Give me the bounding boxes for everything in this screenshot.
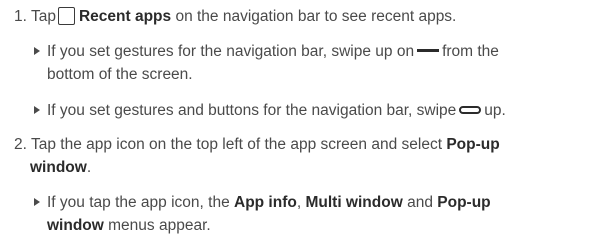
- bullet-3-and: and: [407, 194, 433, 211]
- step-1-number: 1.: [14, 8, 27, 25]
- bullet-triangle-icon: [34, 106, 40, 114]
- bullet-3-line-1: If you tap the app icon, the App info, M…: [34, 193, 491, 213]
- step-2-line-1: 2. Tap the app icon on the top left of t…: [14, 135, 500, 155]
- recent-apps-square-icon: [57, 7, 75, 25]
- bullet-2-text-before: If you set gestures and buttons for the …: [47, 102, 457, 119]
- bullet-1-line-1: If you set gestures for the navigation b…: [34, 42, 499, 62]
- step-1-tap-text: Tap: [30, 8, 56, 25]
- bullet-3-menus-appear: menus appear.: [108, 217, 211, 234]
- step-2-number: 2.: [14, 136, 27, 153]
- gesture-pill-icon: [459, 106, 482, 114]
- step-2-window-bold: window: [30, 159, 87, 176]
- bullet-1-text-after: from the: [442, 43, 499, 60]
- multi-window-bold: Multi window: [305, 194, 403, 211]
- bullet-triangle-icon: [34, 198, 40, 206]
- gesture-bar-line-icon: [417, 49, 440, 52]
- bullet-1-text-before: If you set gestures for the navigation b…: [47, 43, 415, 60]
- step-2-period: .: [86, 159, 92, 176]
- step-2-line-2: window.: [30, 158, 91, 178]
- bullet-1-line-2-text: bottom of the screen.: [47, 66, 193, 83]
- bullet-triangle-icon: [34, 47, 40, 55]
- bullet-3-text-before: If you tap the app icon, the: [47, 194, 230, 211]
- step-2-popup-bold: Pop-up: [446, 136, 500, 153]
- app-info-bold: App info: [234, 194, 297, 211]
- bullet-2-line: If you set gestures and buttons for the …: [34, 101, 506, 121]
- bullet-3-comma: ,: [296, 194, 302, 211]
- bullet-2-text-after: up.: [484, 102, 506, 119]
- step-2-text: Tap the app icon on the top left of the …: [30, 136, 443, 153]
- recent-apps-label: Recent apps: [78, 8, 172, 25]
- bullet-3-line-2: window menus appear.: [47, 216, 211, 236]
- document-page: 1. Tap Recent apps on the navigation bar …: [0, 0, 611, 245]
- bullet-1-line-2: bottom of the screen.: [47, 65, 193, 85]
- window-bold: window: [47, 217, 104, 234]
- step-1-rest-text: on the navigation bar to see recent apps…: [175, 8, 457, 25]
- popup-bold: Pop-up: [437, 194, 491, 211]
- step-1-line: 1. Tap Recent apps on the navigation bar …: [14, 7, 456, 27]
